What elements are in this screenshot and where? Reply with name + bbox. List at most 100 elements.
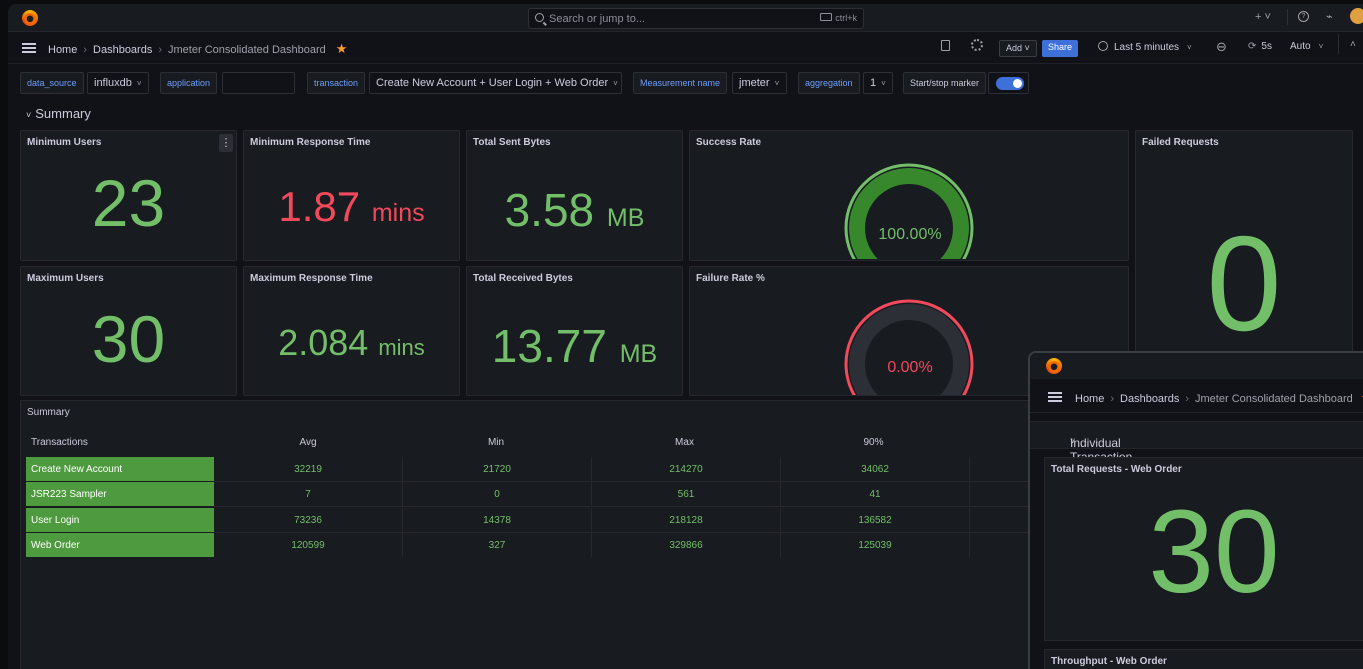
add-button[interactable]: Add ˅ (999, 40, 1037, 57)
chevron-down-icon: ˅ (774, 79, 780, 88)
stat-value: 30 (1148, 486, 1280, 618)
table-cell: 7 (214, 482, 403, 506)
zoom-out-icon[interactable]: ⊖ (1216, 39, 1227, 55)
var-select-transaction[interactable]: Create New Account + User Login + Web Or… (369, 72, 622, 94)
gauge-value: 100.00% (878, 226, 942, 243)
column-header[interactable]: Avg (214, 437, 402, 448)
panel-success-rate[interactable]: Success Rate 100.00% (689, 130, 1129, 261)
chevron-up-icon[interactable]: ˄ (1350, 39, 1356, 50)
start-stop-marker-toggle[interactable] (996, 77, 1024, 90)
table-cell: 136582 (781, 507, 970, 532)
stat-value: 23 (91, 166, 166, 240)
top-bar: Search or jump to... ctrl+k + ˅ ? ⌁ (8, 4, 1363, 32)
stat-value: 1.87 mins (278, 183, 425, 230)
table-cell-transaction: Web Order (26, 533, 214, 557)
table-cell-transaction: Create New Account (26, 456, 214, 481)
dashboard-window: Search or jump to... ctrl+k + ˅ ? ⌁ Home… (8, 4, 1363, 669)
breadcrumb-home[interactable]: Home (1075, 393, 1104, 405)
overlay-breadcrumb: Home › Dashboards › Jmeter Consolidated Dash… (1075, 390, 1363, 406)
help-icon[interactable]: ? (1298, 11, 1309, 22)
grafana-logo-icon[interactable] (22, 10, 38, 26)
chevron-right-icon: › (83, 44, 88, 56)
panel-maximum-users[interactable]: Maximum Users 30 (20, 266, 237, 396)
table-cell: 73236 (214, 507, 403, 532)
table-cell: 561 (592, 482, 781, 506)
grafana-logo-icon[interactable] (1046, 358, 1062, 374)
stat-value: 2.084 mins (278, 322, 425, 363)
chevron-down-icon: ˅ (1318, 42, 1324, 51)
save-dashboard-icon[interactable] (941, 40, 950, 51)
time-picker[interactable]: Last 5 minutes ˅ (1098, 41, 1192, 53)
var-label-aggregation: aggregation (798, 72, 860, 94)
stat-value: 13.77 MB (491, 320, 658, 372)
panel-throughput-web-order[interactable]: Throughput - Web Order (1044, 649, 1363, 669)
overlay-dashboard-window[interactable]: Home › Dashboards › Jmeter Consolidated Dash… (1028, 351, 1363, 669)
variables-row: data_source influxdb ˅ application transa… (8, 70, 1363, 96)
var-input-application[interactable] (222, 72, 295, 94)
panel-minimum-users[interactable]: Minimum Users ⋮ 23 (20, 130, 237, 261)
breadcrumb-home[interactable]: Home (48, 44, 77, 56)
column-header[interactable]: Max (590, 437, 779, 448)
user-avatar[interactable] (1350, 8, 1363, 24)
breadcrumb-current: Jmeter Consolidated Dashboard (1195, 393, 1353, 405)
column-header[interactable]: Transactions (31, 437, 88, 448)
divider (1338, 34, 1339, 54)
column-header[interactable]: 90% (779, 437, 968, 448)
var-select-aggregation[interactable]: 1 ˅ (863, 72, 893, 94)
chevron-down-icon: ˅ (136, 79, 142, 88)
table-cell: 41 (781, 482, 970, 506)
var-label-application: application (160, 72, 218, 94)
menu-toggle-icon[interactable] (22, 43, 36, 53)
menu-toggle-icon[interactable] (1048, 392, 1062, 402)
overlay-top-bar (1030, 353, 1363, 379)
chevron-right-icon: › (1185, 393, 1190, 405)
panel-total-sent-bytes[interactable]: Total Sent Bytes 3.58 MB (466, 130, 683, 261)
column-header[interactable]: Min (402, 437, 590, 448)
table-cell-transaction: JSR223 Sampler (26, 482, 214, 506)
news-feed-icon[interactable]: ⌁ (1326, 10, 1333, 23)
keyboard-shortcut-hint: ctrl+k (820, 13, 857, 23)
success-rate-gauge (844, 163, 974, 259)
new-menu-button[interactable]: + ˅ (1255, 11, 1271, 23)
breadcrumb: Home › Dashboards › Jmeter Consolidated Dash… (48, 41, 347, 57)
dashboard-nav-bar: Home › Dashboards › Jmeter Consolidated Dash… (8, 32, 1363, 64)
search-input[interactable]: Search or jump to... ctrl+k (528, 8, 864, 29)
var-select-measurement[interactable]: jmeter ˅ (732, 72, 787, 94)
refresh-picker[interactable]: ⟳ 5s (1248, 41, 1272, 52)
auto-refresh-dropdown[interactable]: Auto ˅ (1290, 41, 1323, 52)
table-cell: 34062 (781, 456, 970, 481)
chevron-down-icon: ˅ (1187, 43, 1192, 52)
table-cell-transaction: User Login (26, 507, 214, 532)
divider (1287, 9, 1288, 25)
var-label-start-stop-marker: Start/stop marker (903, 72, 987, 94)
table-cell: 0 (403, 482, 592, 506)
favorite-star-icon[interactable]: ★ (336, 41, 348, 56)
breadcrumb-current: Jmeter Consolidated Dashboard (168, 44, 326, 56)
panel-minimum-response-time[interactable]: Minimum Response Time 1.87 mins (243, 130, 460, 261)
row-header-summary[interactable]: ˅ Summary (26, 106, 91, 121)
failure-rate-gauge (844, 299, 974, 395)
row-header-individual-transaction[interactable]: ˅Individual Transaction - Web Order (1030, 421, 1363, 492)
var-select-data-source[interactable]: influxdb ˅ (87, 72, 149, 94)
gauge-value: 0.00% (887, 359, 933, 376)
chevron-right-icon: › (1110, 393, 1115, 405)
overlay-nav-bar: Home › Dashboards › Jmeter Consolidated Dash… (1030, 379, 1363, 413)
panel-menu-icon[interactable]: ⋮ (219, 134, 233, 152)
panel-total-requests-web-order[interactable]: Total Requests - Web Order 30 (1044, 457, 1363, 641)
panel-maximum-response-time[interactable]: Maximum Response Time 2.084 mins (243, 266, 460, 396)
stat-value: 0 (1206, 208, 1282, 359)
table-cell: 125039 (781, 533, 970, 557)
table-cell: 120599 (214, 533, 403, 557)
chevron-down-icon: ˅ (613, 79, 618, 88)
stat-value: 3.58 MB (504, 184, 645, 236)
search-icon (535, 13, 544, 22)
share-button[interactable]: Share (1042, 40, 1079, 57)
table-cell: 214270 (592, 456, 781, 481)
breadcrumb-dashboards[interactable]: Dashboards (1120, 393, 1179, 405)
panel-total-received-bytes[interactable]: Total Received Bytes 13.77 MB (466, 266, 683, 396)
settings-gear-icon[interactable] (971, 39, 983, 51)
refresh-icon: ⟳ (1248, 41, 1257, 52)
panel-summary-table[interactable]: Summary Transactions Avg Min Max 90% Cre… (20, 400, 1051, 669)
breadcrumb-dashboards[interactable]: Dashboards (93, 44, 152, 56)
chevron-right-icon: › (158, 44, 163, 56)
